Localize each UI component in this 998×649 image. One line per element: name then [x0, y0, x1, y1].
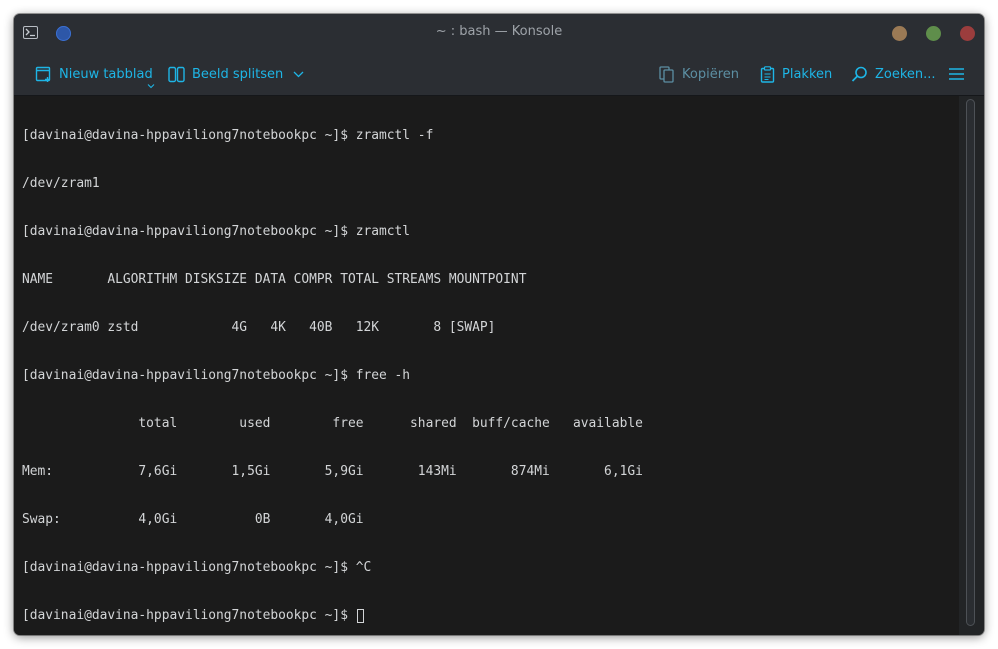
- hamburger-menu-button[interactable]: [948, 63, 972, 85]
- close-button[interactable]: [960, 26, 975, 41]
- split-view-label: Beeld splitsen: [192, 66, 284, 82]
- terminal-line: [davinai@davina-hppaviliong7notebookpc ~…: [22, 368, 411, 383]
- scrollbar-thumb[interactable]: [966, 99, 975, 626]
- paste-icon: [760, 65, 775, 83]
- terminal-line: [davinai@davina-hppaviliong7notebookpc ~…: [22, 128, 434, 143]
- hamburger-menu-icon: [949, 68, 964, 80]
- chevron-down-icon: [293, 71, 304, 77]
- konsole-window: ~ : bash — Konsole Nieuw tabblad Beeld s…: [14, 14, 984, 635]
- scrollbar[interactable]: [959, 96, 984, 635]
- maximize-button[interactable]: [926, 26, 941, 41]
- new-tab-label: Nieuw tabblad: [59, 66, 153, 82]
- search-button[interactable]: Zoeken...: [851, 63, 936, 85]
- current-prompt-line: [davinai@davina-hppaviliong7notebookpc ~…: [22, 608, 643, 624]
- copy-button[interactable]: Kopiëren: [659, 63, 739, 85]
- copy-label: Kopiëren: [682, 66, 739, 82]
- terminal-line: [davinai@davina-hppaviliong7notebookpc ~…: [22, 224, 411, 239]
- text-cursor: [356, 609, 364, 623]
- terminal-view[interactable]: [davinai@davina-hppaviliong7notebookpc ~…: [14, 96, 959, 635]
- new-tab-dropdown-chevron-icon[interactable]: [147, 83, 155, 89]
- search-icon: [851, 66, 867, 82]
- terminal-line: Swap: 4,0Gi 0B 4,0Gi: [22, 512, 364, 527]
- paste-label: Plakken: [782, 66, 833, 82]
- shell-prompt: [davinai@davina-hppaviliong7notebookpc ~…: [22, 608, 356, 623]
- window-title: ~ : bash — Konsole: [435, 24, 563, 39]
- split-view-icon: [168, 66, 185, 82]
- new-tab-button[interactable]: Nieuw tabblad: [35, 63, 153, 85]
- minimize-button[interactable]: [892, 26, 907, 41]
- terminal-line: NAME ALGORITHM DISKSIZE DATA COMPR TOTAL…: [22, 272, 527, 287]
- search-label: Zoeken...: [875, 66, 936, 82]
- title-bar[interactable]: ~ : bash — Konsole: [14, 14, 984, 52]
- terminal-output: [davinai@davina-hppaviliong7notebookpc ~…: [22, 96, 643, 635]
- terminal-line: total used free shared buff/cache availa…: [22, 416, 643, 431]
- copy-icon: [659, 65, 674, 83]
- toolbar: Nieuw tabblad Beeld splitsen Kopiëren Pl…: [14, 52, 984, 96]
- terminal-line: /dev/zram0 zstd 4G 4K 40B 12K 8 [SWAP]: [22, 320, 496, 335]
- new-tab-icon: [35, 66, 51, 82]
- paste-button[interactable]: Plakken: [760, 63, 832, 85]
- terminal-line: Mem: 7,6Gi 1,5Gi 5,9Gi 143Mi 874Mi 6,1Gi: [22, 464, 643, 479]
- split-view-button[interactable]: Beeld splitsen: [168, 63, 311, 85]
- terminal-line: [davinai@davina-hppaviliong7notebookpc ~…: [22, 560, 372, 575]
- terminal-line: /dev/zram1: [22, 176, 100, 191]
